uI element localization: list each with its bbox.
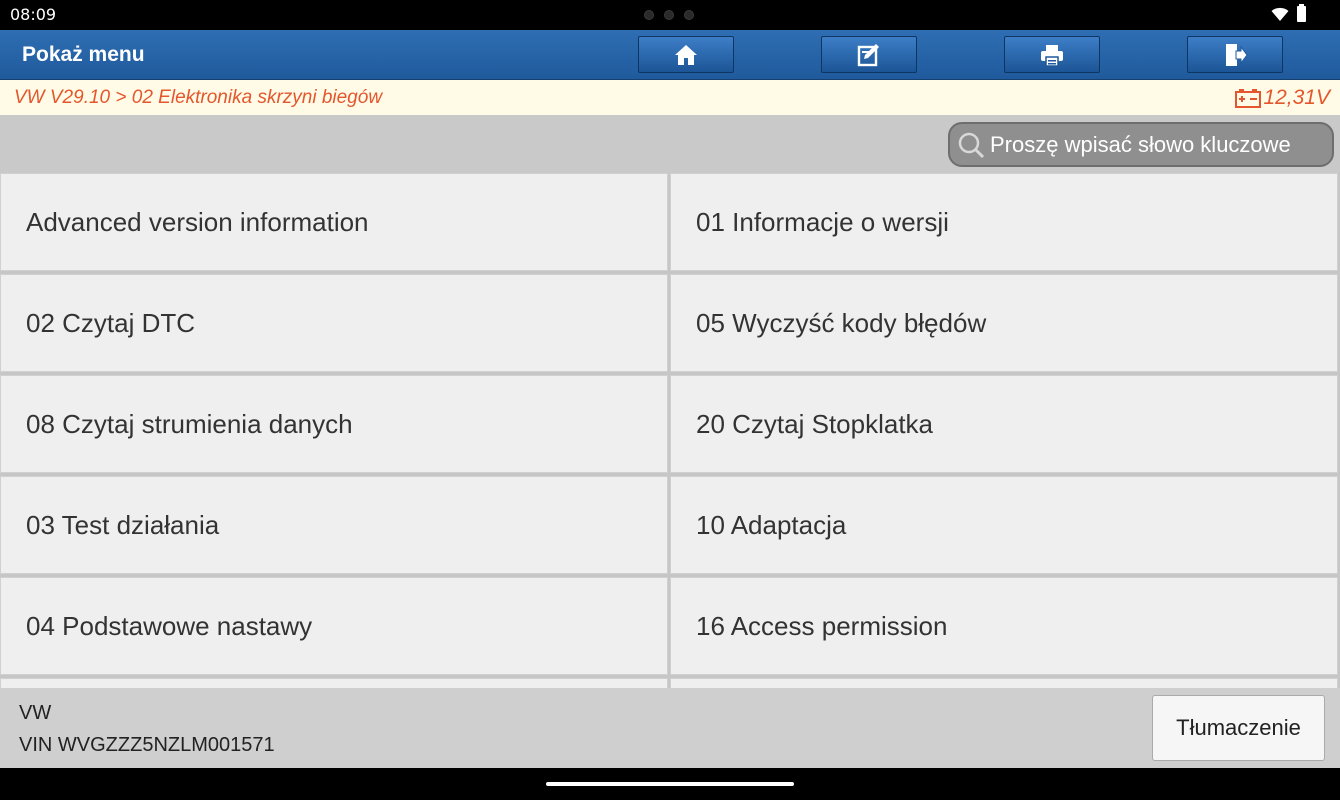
home-icon [675, 44, 697, 65]
home-button[interactable] [638, 36, 734, 73]
navigation-bar [0, 768, 1340, 800]
system-icons [1271, 4, 1306, 22]
menu-item-freeze-frame[interactable]: 20 Czytaj Stopklatka [670, 375, 1338, 473]
status-time: 08:09 [10, 5, 57, 24]
menu-item-label: 05 Wyczyść kody błędów [696, 308, 987, 338]
battery-voltage-icon [1235, 89, 1262, 108]
menu-item-adaptation[interactable]: 10 Adaptacja [670, 476, 1338, 574]
menu-item-data-stream[interactable]: 08 Czytaj strumienia danych [0, 375, 668, 473]
menu-item-label: 04 Podstawowe nastawy [26, 611, 313, 641]
breadcrumb: VW V29.10 > 02 Elektronika skrzyni biegó… [0, 80, 1340, 115]
search-icon [958, 132, 985, 158]
translate-button[interactable]: Tłumaczenie [1152, 695, 1325, 761]
breadcrumb-path: VW V29.10 > 02 Elektronika skrzyni biegó… [14, 87, 383, 108]
battery-icon [1297, 4, 1306, 22]
page-title: Pokaż menu [22, 43, 145, 66]
status-bar: 08:09 [0, 0, 1340, 30]
menu-item-version-info[interactable]: 01 Informacje o wersji [670, 173, 1338, 271]
voltage-indicator: 12,31V [1235, 86, 1330, 110]
edit-button[interactable] [821, 36, 917, 73]
exit-icon [1226, 43, 1248, 66]
menu-item-read-dtc[interactable]: 02 Czytaj DTC [0, 274, 668, 372]
search-input[interactable] [990, 131, 1330, 158]
exit-button[interactable] [1187, 36, 1283, 73]
menu-item-clear-dtc[interactable]: 05 Wyczyść kody błędów [670, 274, 1338, 372]
menu-item-label: Advanced version information [26, 207, 369, 237]
menu-item-advanced-version-information[interactable]: Advanced version information [0, 173, 668, 271]
menu-item-partial[interactable] [670, 678, 1338, 688]
menu-item-label: 08 Czytaj strumienia danych [26, 409, 353, 439]
search-bar [0, 115, 1340, 173]
menu-item-label: 01 Informacje o wersji [696, 207, 949, 237]
menu-grid: Advanced version information 01 Informac… [0, 173, 1340, 688]
app-header: Pokaż menu [0, 30, 1340, 80]
print-button[interactable] [1004, 36, 1100, 73]
vehicle-vin: VIN WVGZZZ5NZLM001571 [19, 734, 275, 756]
menu-item-access-permission[interactable]: 16 Access permission [670, 577, 1338, 675]
edit-icon [857, 43, 879, 66]
print-icon [1041, 44, 1063, 67]
menu-item-label: 16 Access permission [696, 611, 948, 641]
vehicle-footer: VW VIN WVGZZZ5NZLM001571 Tłumaczenie [0, 688, 1340, 768]
search-box[interactable] [948, 122, 1334, 167]
menu-item-label: 03 Test działania [26, 510, 220, 540]
home-gesture-handle[interactable] [546, 782, 794, 786]
camera-dots [644, 10, 694, 20]
menu-item-label: 20 Czytaj Stopklatka [696, 409, 934, 439]
voltage-value: 12,31V [1263, 86, 1330, 109]
menu-item-actuation-test[interactable]: 03 Test działania [0, 476, 668, 574]
menu-item-label: 10 Adaptacja [696, 510, 847, 540]
wifi-icon [1271, 7, 1289, 21]
menu-item-partial[interactable] [0, 678, 668, 688]
menu-item-label: 02 Czytaj DTC [26, 308, 196, 338]
vehicle-make: VW [19, 702, 52, 724]
menu-item-basic-settings[interactable]: 04 Podstawowe nastawy [0, 577, 668, 675]
